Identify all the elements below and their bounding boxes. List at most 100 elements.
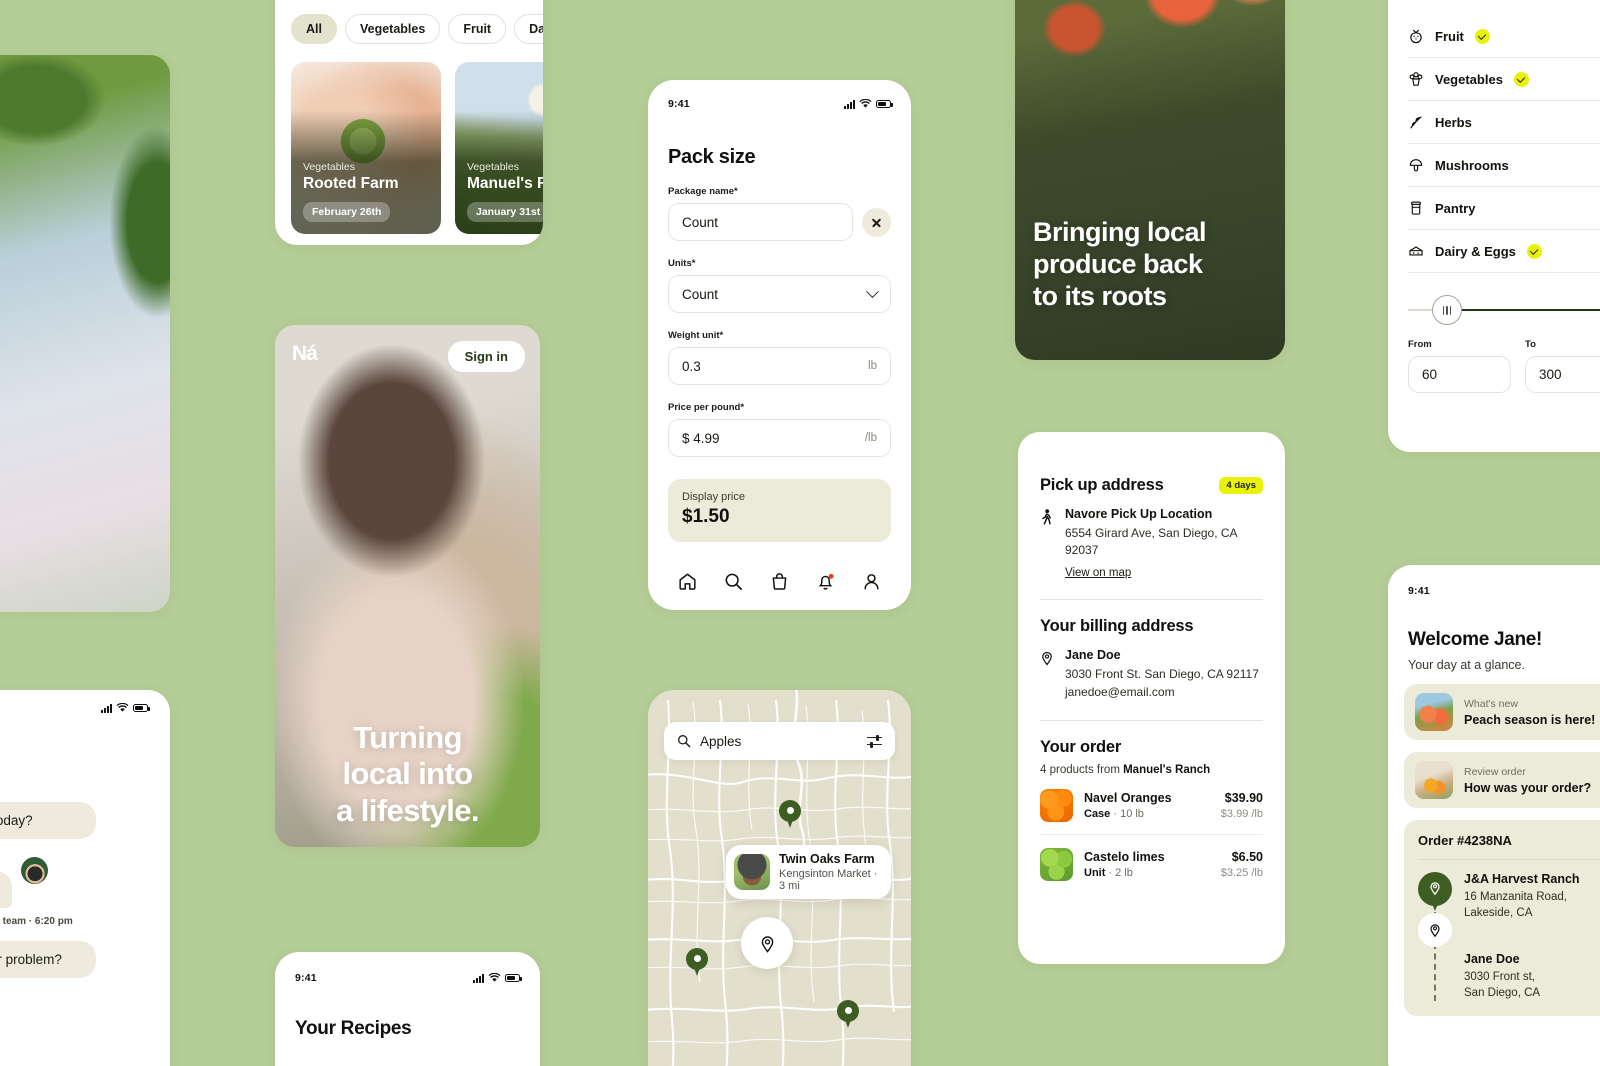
profile-icon[interactable] bbox=[861, 571, 882, 592]
field-price-per-pound: Price per pound* $ 4.99 /lb bbox=[648, 402, 911, 457]
check-badge[interactable] bbox=[1513, 71, 1529, 87]
range-from-input[interactable]: 60 bbox=[1408, 356, 1511, 393]
leaf-hero-card: the nd you on. bbox=[0, 55, 170, 612]
filter-label: Vegetables bbox=[1435, 71, 1503, 87]
filter-row-pantry[interactable]: Pantry bbox=[1408, 187, 1600, 230]
filter-row-fruit[interactable]: Fruit bbox=[1408, 15, 1600, 58]
mushroom-icon bbox=[1408, 157, 1424, 173]
clear-button[interactable] bbox=[862, 207, 891, 237]
status-bar: 9:41 bbox=[0, 702, 150, 714]
farm-card-row: Vegetables Rooted Farm February 26th Veg… bbox=[275, 44, 543, 234]
chip-all[interactable]: All bbox=[291, 14, 337, 44]
brand-logo: Ná bbox=[292, 342, 318, 365]
status-icons bbox=[101, 703, 150, 713]
whats-new-card[interactable]: What's new Peach season is here! bbox=[1404, 684, 1600, 740]
chip-fruit[interactable]: Fruit bbox=[448, 14, 507, 44]
status-icons bbox=[844, 99, 893, 109]
product-price: $39.90 bbox=[1224, 790, 1263, 805]
map-pin[interactable] bbox=[837, 1000, 859, 1028]
showcase-canvas: the nd you on. 9:41 Today re specialist … bbox=[0, 0, 1600, 1066]
product-pack-type: Case bbox=[1084, 807, 1111, 820]
search-icon[interactable] bbox=[723, 571, 744, 592]
check-badge[interactable] bbox=[1474, 28, 1490, 44]
farm-category: Vegetables bbox=[467, 161, 519, 173]
status-badge: 4 days bbox=[1219, 477, 1263, 494]
billing-section: Your billing address Jane Doe 3030 Front… bbox=[1040, 617, 1263, 702]
welcome-subtitle: Your day at a glance. bbox=[1408, 658, 1525, 672]
slider-track-active bbox=[1460, 309, 1600, 312]
status-time: 9:41 bbox=[668, 98, 690, 110]
farm-popup[interactable]: Twin Oaks Farm Kengsinton Market · 3 mi bbox=[726, 845, 891, 899]
product-thumbnail bbox=[1040, 847, 1073, 881]
bell-icon[interactable] bbox=[815, 571, 836, 592]
pickup-detail: Navore Pick Up Location 6554 Girard Ave,… bbox=[1040, 507, 1263, 581]
range-to-input[interactable]: 300 bbox=[1525, 356, 1600, 393]
search-icon bbox=[678, 735, 691, 748]
order-tracking-card[interactable]: Order #4238NA J&A Harvest Ranch 16 Manza… bbox=[1404, 820, 1600, 1017]
field-package-name: Package name* Count bbox=[648, 186, 911, 241]
farm-name: Manuel's Ra bbox=[467, 175, 543, 192]
view-on-map-link[interactable]: View on map bbox=[1065, 567, 1131, 579]
welcome-title: Welcome Jane! bbox=[1408, 629, 1543, 650]
status-time: 9:41 bbox=[295, 972, 317, 984]
map-pin[interactable] bbox=[779, 800, 801, 828]
location-pin-icon bbox=[761, 935, 773, 953]
farmer-avatar bbox=[734, 854, 770, 890]
signal-icon bbox=[101, 703, 112, 713]
product-quantity: · 10 lb bbox=[1110, 807, 1144, 820]
filter-label: Pantry bbox=[1435, 200, 1476, 216]
welcome-card: 9:41 Welcome Jane! Your day at a glance.… bbox=[1388, 565, 1600, 1066]
order-item[interactable]: Navel Oranges Case · 10 lb $39.90 $3.99 … bbox=[1040, 788, 1263, 822]
order-summary: 4 products from Manuel's Ranch bbox=[1040, 764, 1263, 776]
display-price-label: Display price bbox=[682, 491, 745, 503]
range-from: From 60 bbox=[1408, 339, 1511, 393]
home-icon[interactable] bbox=[677, 571, 698, 592]
check-badge[interactable] bbox=[1526, 243, 1542, 259]
billing-title: Your billing address bbox=[1040, 616, 1194, 635]
my-location-marker[interactable] bbox=[741, 917, 793, 969]
pickup-title: Pick up address bbox=[1040, 476, 1164, 494]
input-value: Count bbox=[682, 214, 719, 230]
card-thumbnail bbox=[1415, 761, 1453, 799]
select-value: Count bbox=[682, 286, 719, 302]
farm-card[interactable]: Vegetables Rooted Farm February 26th bbox=[291, 62, 441, 234]
filter-row-mushrooms[interactable]: Mushrooms bbox=[1408, 144, 1600, 187]
units-select[interactable]: Count bbox=[668, 275, 891, 313]
browse-farms-card: All Vegetables Fruit Dairy and e Vegetab… bbox=[275, 0, 543, 245]
chip-vegetables[interactable]: Vegetables bbox=[344, 14, 441, 44]
order-item[interactable]: Castelo limes Unit · 2 lb $6.50 $3.25 /l… bbox=[1040, 847, 1263, 881]
chat-meta: Navore team · 6:20 pm bbox=[0, 916, 73, 927]
display-price-box: Display price $1.50 bbox=[668, 479, 891, 542]
chip-dairy-and-eggs[interactable]: Dairy and e bbox=[514, 14, 543, 44]
slider-handle[interactable] bbox=[1432, 295, 1462, 325]
package-name-input[interactable]: Count bbox=[668, 203, 853, 241]
farm-map-card[interactable]: Apples Twin Oaks Farm Kengsinton Market … bbox=[648, 690, 911, 1066]
billing-email: janedoe@email.com bbox=[1065, 685, 1175, 700]
card-label: Review order bbox=[1464, 765, 1526, 778]
price-per-pound-input[interactable]: $ 4.99 /lb bbox=[668, 419, 891, 457]
input-value: 60 bbox=[1422, 367, 1438, 382]
filter-row-vegetables[interactable]: Vegetables bbox=[1408, 58, 1600, 101]
field-weight-unit: Weight unit* 0.3 lb bbox=[648, 330, 911, 385]
map-pin[interactable] bbox=[686, 948, 708, 976]
map-search-bar[interactable]: Apples bbox=[664, 722, 895, 760]
farm-date-badge: February 26th bbox=[303, 202, 391, 222]
status-bar: 9:41 bbox=[648, 80, 911, 110]
filter-sliders-icon[interactable] bbox=[867, 734, 882, 748]
farm-name: Rooted Farm bbox=[303, 175, 399, 192]
price-range-slider[interactable] bbox=[1408, 295, 1600, 325]
close-icon bbox=[871, 217, 882, 228]
farm-card[interactable]: Vegetables Manuel's Ra January 31st bbox=[455, 62, 543, 234]
sign-in-button[interactable]: Sign in bbox=[447, 341, 525, 372]
input-value: $ 4.99 bbox=[682, 430, 720, 446]
filters-panel: Fruit Vegetables Herbs Mushrooms Pantry … bbox=[1388, 0, 1600, 452]
weight-unit-input[interactable]: 0.3 lb bbox=[668, 347, 891, 385]
filter-row-dairy-eggs[interactable]: Dairy & Eggs bbox=[1408, 230, 1600, 273]
bag-icon[interactable] bbox=[769, 571, 790, 592]
pack-size-card: 9:41 Pack size Package name* Count Units… bbox=[648, 80, 911, 610]
dest-name: Jane Doe bbox=[1464, 951, 1520, 966]
review-order-card[interactable]: Review order How was your order? bbox=[1404, 752, 1600, 808]
map-search-value: Apples bbox=[700, 733, 742, 749]
filter-row-herbs[interactable]: Herbs bbox=[1408, 101, 1600, 144]
status-bar: 9:41 bbox=[275, 952, 540, 984]
